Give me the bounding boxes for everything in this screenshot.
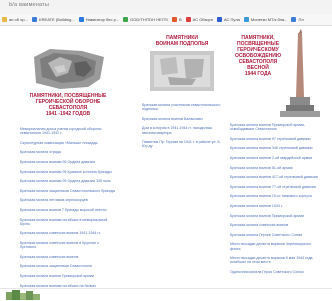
address-text[interactable]: b/a ваименаты	[9, 2, 49, 8]
column-underground: ПАМЯТНИКИ ВОИНАМ ПОДПОЛЬЯ Братская могил…	[142, 27, 222, 154]
monument-link[interactable]: Памятник Пр. Героям на 1941 г. в районе …	[142, 140, 222, 148]
monument-link[interactable]: Братская могила летчиков-черноморцев	[20, 198, 116, 202]
monument-link[interactable]: Братская могила советских воинов	[230, 223, 320, 227]
monument-link[interactable]: Дом в котором в 1941-1944 гг. находилась…	[142, 126, 222, 134]
monument-list: Мемориальная доска ученик городской обор…	[20, 127, 116, 292]
monument-link[interactable]: Братская могила воинов Приморской армии,…	[230, 123, 320, 131]
monument-link[interactable]: Одиночная могила Героя Советского Союза	[230, 270, 320, 274]
bookmark-item[interactable]: KREATE (Building...	[31, 17, 75, 22]
bookmark-label: В	[178, 17, 182, 22]
monument-link[interactable]: Скульптурная композиция «Малыш» площадь	[20, 141, 116, 145]
globe-icon	[243, 17, 249, 22]
monument-link[interactable]: Мемориальная доска ученик городской обор…	[20, 127, 116, 135]
monument-link[interactable]: Братская могила воинам погибших в мемори…	[20, 218, 116, 226]
monument-link[interactable]: Братская могила воинов 19-го танкового к…	[230, 194, 320, 198]
bookmark-item[interactable]: В	[171, 17, 182, 22]
monument-link[interactable]: Братская могила воинам 95 Ордена дивизии	[20, 160, 116, 164]
svg-text:ВЕСНОЙ: ВЕСНОЙ	[247, 63, 269, 71]
arrow-icon	[78, 17, 84, 22]
monument-link[interactable]: Братская могила воинов Балаклавы	[142, 117, 222, 121]
globe-icon	[123, 17, 129, 22]
bookmark-label: ан об ор...	[9, 17, 28, 22]
svg-text:1944 ГОДА: 1944 ГОДА	[245, 71, 272, 77]
poster-defense-1941[interactable]: ПАМЯТНИКИ, ПОСВЯЩЕННЫЕ ГЕРОИЧЕСКОЙ ОБОРО…	[20, 27, 116, 127]
bookmark-item[interactable]: Навигатор бес р...	[78, 17, 120, 22]
monument-link[interactable]: Братская могила отряда	[20, 150, 116, 154]
monument-link[interactable]: Братская могила воинов 2-ой гвардейской …	[230, 156, 320, 160]
page-content: ПАМЯТНИКИ, ПОСВЯЩЕННЫЕ ГЕРОИЧЕСКОЙ ОБОРО…	[0, 27, 332, 292]
thumbnail-icon[interactable]	[6, 290, 40, 300]
monument-link[interactable]: Братская могила воинов 417-ой стрелковой…	[230, 175, 320, 179]
monument-link[interactable]: Братская могила воинов 7 бригады морской…	[20, 208, 116, 212]
monument-list: Братская могила участников севастопольск…	[142, 103, 222, 149]
status-bar	[0, 288, 332, 301]
bookmark-label: АС Пула	[223, 17, 240, 22]
circle-icon	[171, 17, 177, 22]
bookmark-item[interactable]: АС Пула	[216, 17, 240, 22]
monument-link[interactable]: Братская могила воинов 346 стрелковой ди…	[230, 146, 320, 150]
square-icon	[291, 17, 297, 22]
bookmark-item[interactable]: Пл	[291, 17, 304, 22]
poster-underground[interactable]: ПАМЯТНИКИ ВОИНАМ ПОДПОЛЬЯ	[142, 27, 222, 103]
column-defense-1944: ПАМЯТНИКИ, ПОСВЯЩЕННЫЕ ГЕРОИЧЕСКОМУ ОСВО…	[230, 27, 320, 280]
monument-link[interactable]: Братская могила защитников Севастополя	[20, 264, 116, 268]
svg-text:1941 -1942 ГОДОВ: 1941 -1942 ГОДОВ	[46, 111, 91, 117]
monument-link[interactable]: Братская могила советских воинов 1941-19…	[20, 231, 116, 235]
monument-link[interactable]: Братская могила воинов 1944 г.	[230, 204, 320, 208]
monument-link[interactable]: Место высадки десанта моряков Черноморск…	[230, 242, 320, 250]
bookmark-label: Монетки МТ/к бла...	[250, 17, 288, 22]
poster-defense-1944[interactable]: ПАМЯТНИКИ, ПОСВЯЩЕННЫЕ ГЕРОИЧЕСКОМУ ОСВО…	[230, 27, 320, 123]
monument-link[interactable]: Братская могила советских воинов	[20, 255, 116, 259]
monument-link[interactable]: Братская могила воинов 97 стрелковой див…	[230, 137, 320, 141]
column-defense-1941: ПАМЯТНИКИ, ПОСВЯЩЕННЫЕ ГЕРОИЧЕСКОЙ ОБОРО…	[20, 27, 116, 297]
bookmark-item[interactable]: GOD/THITDH HEITS	[123, 17, 168, 22]
bookmark-label: Навигатор бес р...	[85, 17, 120, 22]
monument-link[interactable]: Братская могила Героев Советского Союза	[230, 233, 320, 237]
bookmark-item[interactable]: АС Обзорн	[185, 17, 213, 22]
monument-link[interactable]: Братская могила воинам 95 Красные колонн…	[20, 170, 116, 174]
svg-text:ВОИНАМ ПОДПОЛЬЯ: ВОИНАМ ПОДПОЛЬЯ	[156, 41, 209, 47]
monument-link[interactable]: Братская могила воинов 51-ой армии	[230, 166, 320, 170]
monument-link[interactable]: Братская могила участников севастопольск…	[142, 103, 222, 111]
monument-link[interactable]: Братская могила советских воинов в Кругл…	[20, 241, 116, 249]
bookmark-label: АС Обзорн	[192, 17, 213, 22]
folder-icon	[2, 17, 7, 22]
monument-link[interactable]: Братская могила воинам 95 Ордена дивизии…	[20, 179, 116, 183]
monument-link[interactable]: Братская могила воинов 77-ой стрелковой …	[230, 185, 320, 189]
bookmark-label: GOD/THITDH HEITS	[130, 17, 168, 22]
bookmark-item[interactable]: ан об ор...	[2, 17, 28, 22]
star-icon	[185, 17, 191, 22]
browser-address-bar[interactable]: b/a ваименаты	[0, 0, 332, 14]
monument-link[interactable]: Братская могила воинов Приморской армии	[20, 274, 116, 278]
monument-link[interactable]: Братская могила защитников Севастопольск…	[20, 189, 116, 193]
page-icon	[31, 17, 37, 22]
monument-link[interactable]: Место высадки десанта моряков 8 мая 1944…	[230, 256, 320, 264]
bookmark-item[interactable]: Монетки МТ/к бла...	[243, 17, 288, 22]
monument-list: Братская могила воинов Приморской армии,…	[230, 123, 320, 274]
mark-icon	[216, 17, 222, 22]
bookmark-label: Пл	[298, 17, 304, 22]
svg-text:ГЕРОИЧЕСКОЙ ОБОРОНЕ: ГЕРОИЧЕСКОЙ ОБОРОНЕ	[36, 97, 101, 105]
bookmark-label: KREATE (Building...	[38, 17, 75, 22]
bookmarks-bar: ан об ор... KREATE (Building... Навигатор …	[0, 14, 332, 26]
monument-link[interactable]: Братская могила воинов Приморской армии	[230, 214, 320, 218]
